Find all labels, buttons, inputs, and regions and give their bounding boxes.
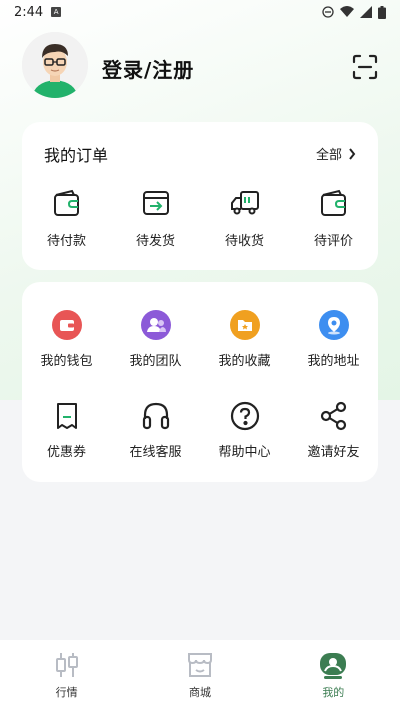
app-notification-icon: A	[51, 7, 62, 17]
order-pending-receipt[interactable]: 待收货	[200, 186, 289, 249]
wallet-circle-icon	[51, 310, 82, 340]
order-pending-shipment-label: 待发货	[135, 234, 175, 249]
tool-wallet[interactable]: 我的钱包	[22, 308, 111, 369]
tab-store[interactable]: 商城	[133, 640, 266, 710]
box-arrow-icon	[142, 191, 169, 215]
status-bar: 2:44 A	[0, 0, 400, 24]
tool-help-label: 帮助中心	[218, 445, 271, 460]
tool-wallet-label: 我的钱包	[40, 354, 93, 369]
tool-support[interactable]: 在线客服	[111, 399, 200, 460]
scan-icon	[352, 54, 378, 80]
tool-address-label: 我的地址	[307, 354, 360, 369]
tool-coupons-label: 优惠券	[46, 445, 86, 460]
headset-icon	[142, 402, 169, 430]
candlestick-icon	[55, 653, 78, 677]
order-pending-payment-label: 待付款	[46, 234, 86, 249]
tool-team[interactable]: 我的团队	[111, 308, 200, 369]
wallet-icon	[53, 189, 79, 216]
share-icon	[320, 401, 346, 431]
dnd-icon	[322, 6, 334, 18]
login-register-link[interactable]: 登录/注册	[102, 54, 194, 83]
order-pending-review[interactable]: 待评价	[289, 186, 378, 249]
profile-icon	[320, 653, 347, 679]
battery-icon	[378, 5, 386, 19]
order-pending-receipt-label: 待收货	[224, 234, 264, 249]
tool-team-label: 我的团队	[129, 354, 182, 369]
bottom-tab-bar: 行情 商城 我的	[0, 640, 400, 710]
orders-all-link[interactable]: 全部	[316, 144, 356, 163]
profile-header: 登录/注册	[0, 30, 400, 106]
store-icon	[187, 653, 212, 677]
wifi-icon	[340, 6, 354, 17]
avatar[interactable]	[22, 32, 88, 98]
order-pending-payment[interactable]: 待付款	[22, 186, 111, 249]
order-pending-shipment[interactable]: 待发货	[111, 186, 200, 249]
signal-icon	[360, 6, 372, 18]
location-circle-icon	[318, 310, 349, 340]
team-circle-icon	[140, 310, 171, 340]
orders-card: 我的订单 全部 待付款 待发货 待收货 待评价	[22, 122, 378, 270]
tool-favorites[interactable]: 我的收藏	[200, 308, 289, 369]
tool-invite-label: 邀请好友	[307, 445, 360, 460]
help-icon	[230, 401, 259, 431]
tab-store-label: 商城	[188, 686, 211, 699]
status-time: 2:44	[14, 4, 44, 20]
tool-coupons[interactable]: 优惠券	[22, 399, 111, 460]
review-wallet-icon	[320, 189, 346, 216]
tool-favorites-label: 我的收藏	[218, 354, 271, 369]
tool-address[interactable]: 我的地址	[289, 308, 378, 369]
tab-mine-label: 我的	[322, 686, 345, 699]
folder-circle-icon	[229, 310, 260, 340]
scan-button[interactable]	[352, 54, 378, 80]
coupon-icon	[56, 403, 77, 429]
tab-mine[interactable]: 我的	[267, 640, 400, 710]
orders-all-label: 全部	[315, 148, 342, 163]
tool-support-label: 在线客服	[129, 445, 182, 460]
chevron-right-icon	[349, 147, 356, 160]
tool-help[interactable]: 帮助中心	[200, 399, 289, 460]
tool-invite[interactable]: 邀请好友	[289, 399, 378, 460]
tab-market[interactable]: 行情	[0, 640, 133, 710]
truck-icon	[230, 191, 259, 215]
tools-card: 我的钱包 我的团队 我的收藏 我的地址 优惠券 在线客服 帮助中心 邀请好友	[22, 282, 378, 482]
tab-market-label: 行情	[55, 686, 78, 699]
orders-title: 我的订单	[44, 146, 109, 165]
order-pending-review-label: 待评价	[313, 234, 353, 249]
